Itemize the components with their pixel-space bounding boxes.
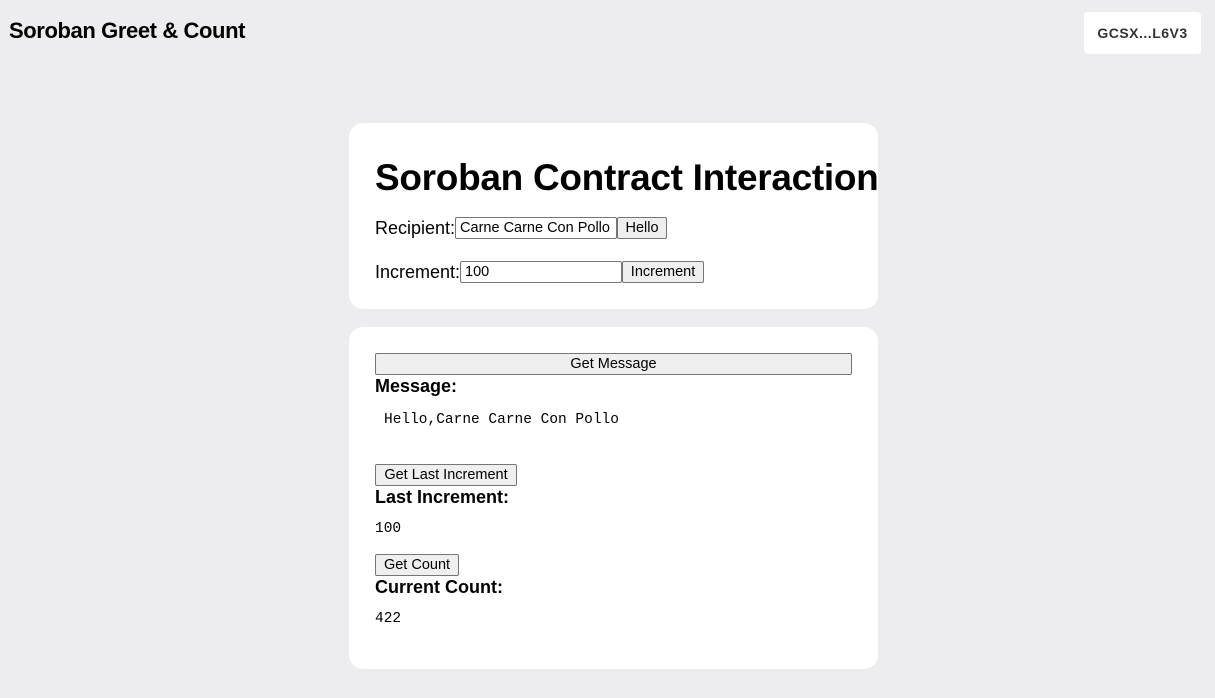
get-last-increment-button[interactable]: Get Last Increment	[375, 464, 517, 486]
get-count-button[interactable]: Get Count	[375, 554, 459, 576]
increment-button[interactable]: Increment	[622, 261, 705, 283]
message-heading: Message:	[375, 376, 458, 396]
last-increment-heading: Last Increment:	[375, 487, 510, 507]
increment-row: Increment: Increment	[375, 261, 705, 283]
hello-button[interactable]: Hello	[617, 217, 668, 239]
current-count-value: 422	[375, 611, 402, 627]
increment-input[interactable]	[460, 261, 623, 283]
current-count-heading: Current Count:	[375, 577, 503, 597]
get-message-button[interactable]: Get Message	[375, 353, 852, 375]
recipient-row: Recipient: Hello	[375, 217, 668, 239]
recipient-input[interactable]	[455, 217, 618, 239]
contract-interaction-card: Soroban Contract Interaction Recipient: …	[349, 123, 879, 309]
contract-results-card: Get Message Message: Hello,Carne Carne C…	[349, 327, 878, 669]
contract-heading: Soroban Contract Interaction	[375, 157, 879, 198]
last-increment-value: 100	[375, 521, 402, 537]
wallet-address-button[interactable]: GCSX...L6V3	[1084, 12, 1201, 54]
message-value: Hello,Carne Carne Con Pollo	[384, 412, 619, 428]
recipient-label: Recipient:	[375, 218, 456, 238]
increment-label: Increment:	[375, 262, 461, 282]
app-title: Soroban Greet & Count	[9, 18, 246, 43]
